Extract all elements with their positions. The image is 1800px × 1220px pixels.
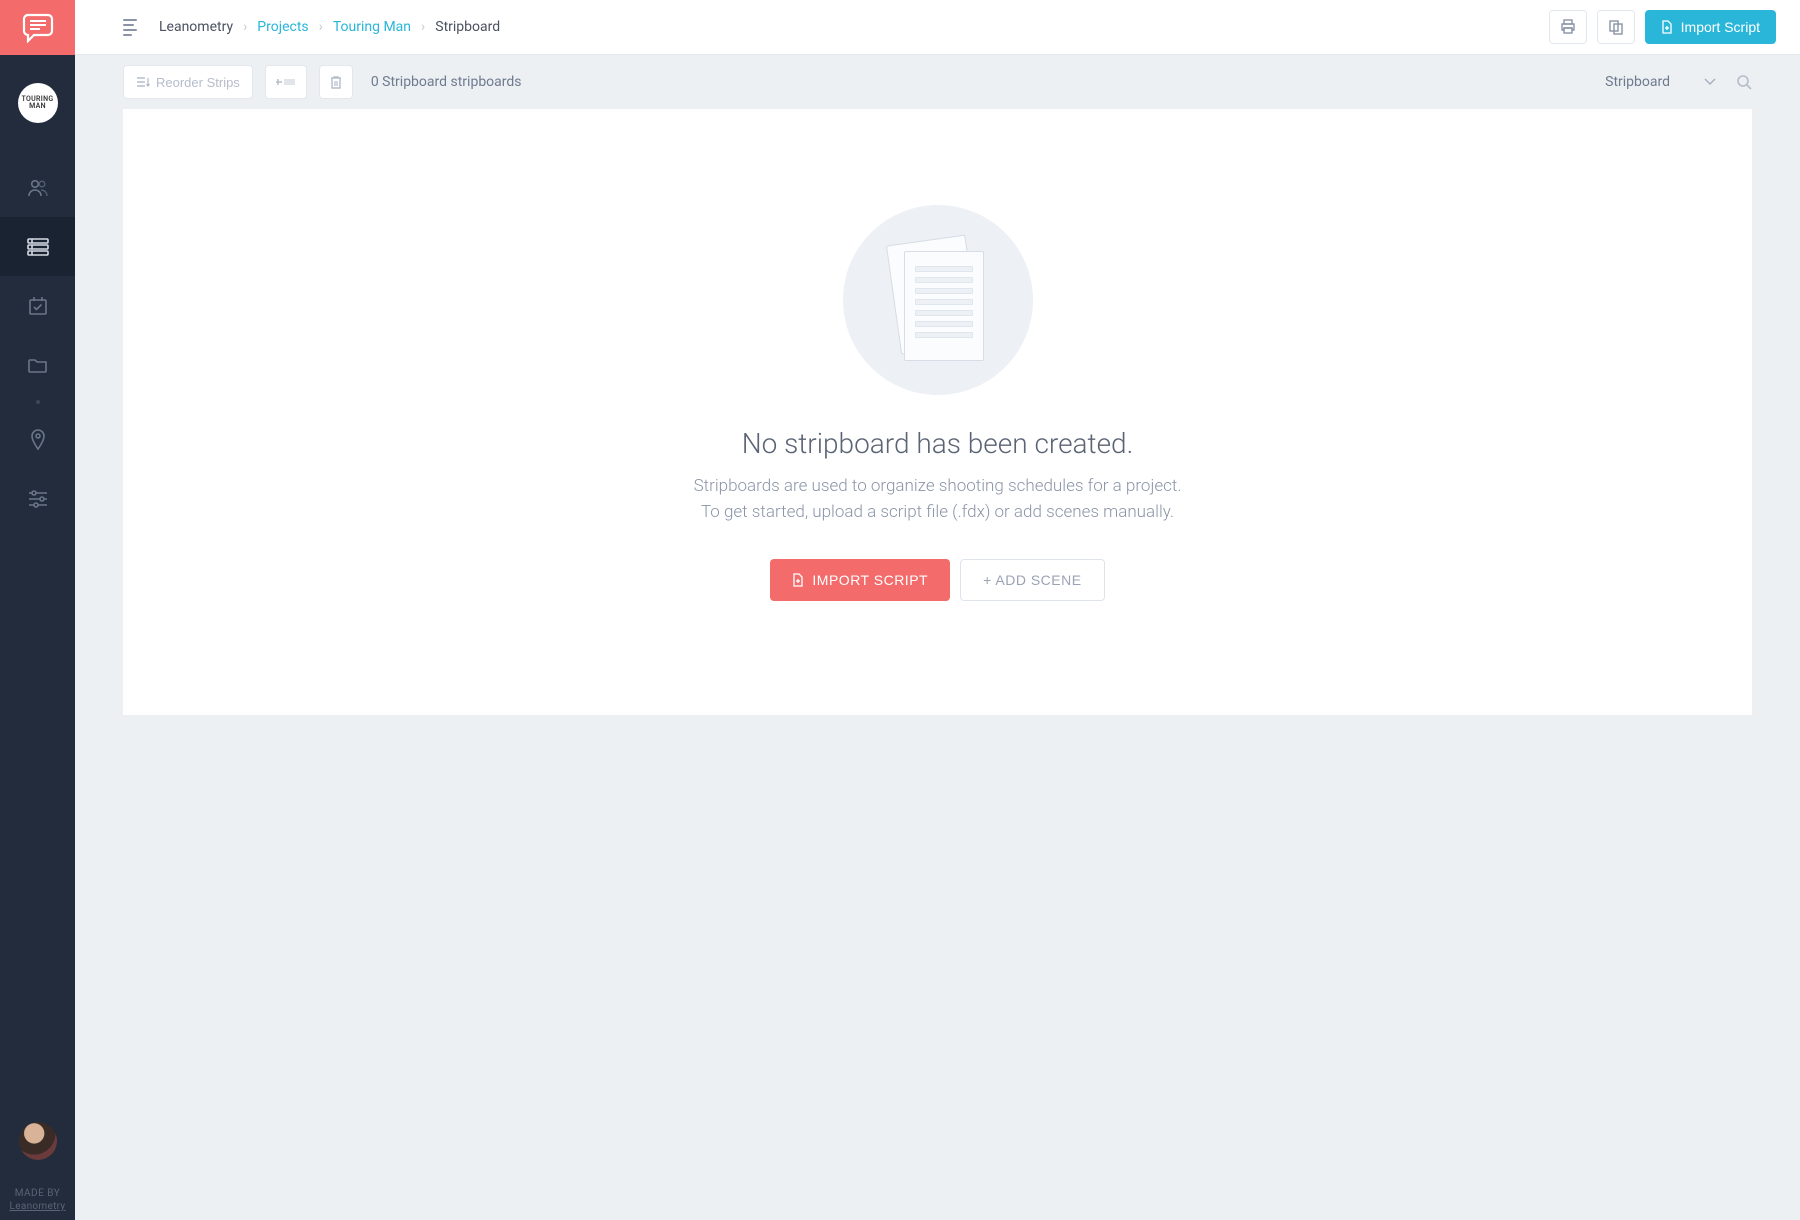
footer-label: MADE BY: [15, 1188, 61, 1199]
plus-row-icon: [276, 76, 296, 88]
sliders-icon: [27, 490, 49, 508]
search-button[interactable]: [1736, 74, 1752, 90]
content-area: Reorder Strips 0 Stripboard stripboards …: [75, 55, 1800, 1220]
chat-icon: [22, 13, 54, 43]
copy-icon: [1608, 19, 1624, 35]
reorder-strips-button[interactable]: Reorder Strips: [123, 65, 253, 99]
empty-state-description: Stripboards are used to organize shootin…: [694, 474, 1182, 525]
reorder-label: Reorder Strips: [156, 75, 240, 90]
stripboard-dropdown[interactable]: Stripboard: [1605, 74, 1716, 90]
sidebar-item-calendar[interactable]: [0, 276, 75, 335]
sidebar-item-people[interactable]: [0, 158, 75, 217]
trash-icon: [330, 75, 342, 89]
user-avatar[interactable]: [19, 1122, 57, 1160]
sidebar-footer: MADE BY Leanometry: [0, 1122, 75, 1220]
menu-toggle-icon[interactable]: [123, 19, 137, 36]
import-script-cta-button[interactable]: IMPORT SCRIPT: [770, 559, 950, 601]
empty-state-actions: IMPORT SCRIPT + ADD SCENE: [770, 559, 1104, 601]
empty-state-illustration: [843, 205, 1033, 395]
sidebar-item-folder[interactable]: [0, 335, 75, 394]
sidebar-item-location[interactable]: [0, 410, 75, 469]
dropdown-label: Stripboard: [1605, 74, 1670, 90]
app-logo[interactable]: [0, 0, 75, 55]
sidebar-separator: [36, 400, 40, 404]
empty-desc-line2: To get started, upload a script file (.f…: [694, 500, 1182, 526]
main-panel: No stripboard has been created. Stripboa…: [123, 109, 1752, 715]
document-plus-icon: [792, 573, 804, 587]
stripboard-count-text: 0 Stripboard stripboards: [371, 74, 522, 90]
breadcrumb-org: Leanometry: [159, 19, 233, 35]
sidebar-item-settings[interactable]: [0, 469, 75, 528]
sidebar-item-stripboard[interactable]: [0, 217, 75, 276]
import-script-button[interactable]: Import Script: [1645, 10, 1776, 44]
sidebar: TOURING MAN: [0, 0, 75, 1220]
breadcrumb: Leanometry › Projects › Touring Man › St…: [159, 19, 500, 35]
list-sort-icon: [136, 76, 150, 88]
project-avatar[interactable]: TOURING MAN: [18, 83, 58, 123]
empty-desc-line1: Stripboards are used to organize shootin…: [694, 474, 1182, 500]
add-scene-button[interactable]: + ADD SCENE: [960, 559, 1104, 601]
chevron-down-icon: [1704, 78, 1716, 86]
people-icon: [27, 178, 49, 198]
delete-strip-button[interactable]: [319, 65, 353, 99]
topbar-actions: Import Script: [1549, 10, 1776, 44]
sidebar-nav: [0, 158, 75, 528]
breadcrumb-project-link[interactable]: Touring Man: [333, 19, 411, 35]
document-plus-icon: [1661, 20, 1673, 34]
empty-state-title: No stripboard has been created.: [742, 427, 1134, 460]
toolbar-right: Stripboard: [1605, 74, 1752, 90]
chevron-right-icon: ›: [319, 19, 323, 35]
import-script-label: Import Script: [1681, 19, 1760, 35]
add-strip-button[interactable]: [265, 65, 307, 99]
copy-button[interactable]: [1597, 10, 1635, 44]
import-script-cta-label: IMPORT SCRIPT: [812, 572, 928, 588]
pin-icon: [30, 429, 46, 451]
footer-brand-link[interactable]: Leanometry: [10, 1201, 66, 1212]
breadcrumb-current: Stripboard: [435, 19, 500, 35]
project-avatar-label: TOURING MAN: [22, 96, 54, 110]
folder-icon: [28, 356, 48, 374]
stripboard-icon: [27, 238, 49, 256]
search-icon: [1736, 74, 1752, 90]
topbar: Leanometry › Projects › Touring Man › St…: [75, 0, 1800, 55]
print-button[interactable]: [1549, 10, 1587, 44]
chevron-right-icon: ›: [421, 19, 425, 35]
calendar-check-icon: [28, 296, 48, 316]
add-scene-label: + ADD SCENE: [983, 572, 1081, 588]
print-icon: [1560, 19, 1576, 35]
breadcrumb-projects-link[interactable]: Projects: [257, 19, 308, 35]
toolbar: Reorder Strips 0 Stripboard stripboards …: [75, 55, 1800, 109]
chevron-right-icon: ›: [243, 19, 247, 35]
